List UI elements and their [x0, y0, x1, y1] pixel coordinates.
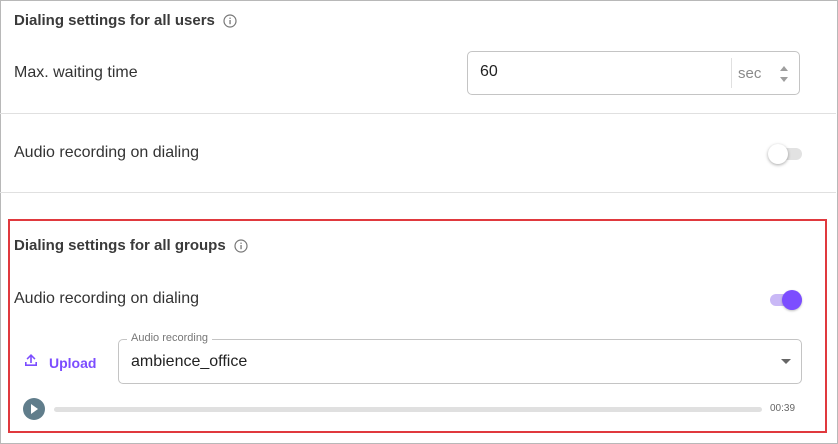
audio-recording-select-label: Audio recording	[127, 332, 213, 344]
progress-bar[interactable]	[54, 407, 762, 412]
max-waiting-time-field[interactable]: sec	[467, 51, 800, 95]
users-section-title: Dialing settings for all users	[14, 12, 237, 29]
divider	[0, 113, 836, 114]
chevron-down-icon[interactable]	[781, 359, 791, 364]
field-separator	[731, 58, 732, 88]
max-waiting-time-label: Max. waiting time	[14, 64, 138, 81]
duration-label: 00:39	[770, 403, 796, 414]
audio-recording-select-value: ambience_office	[131, 353, 248, 370]
groups-audio-recording-toggle[interactable]	[768, 289, 802, 310]
divider	[0, 192, 836, 193]
groups-audio-recording-label: Audio recording on dialing	[14, 290, 200, 307]
stepper-icon[interactable]	[778, 63, 790, 85]
groups-section-title: Dialing settings for all groups	[14, 237, 248, 254]
unit-label: sec	[738, 65, 762, 82]
upload-label: Upload	[49, 354, 97, 371]
users-audio-recording-toggle[interactable]	[768, 143, 802, 164]
users-audio-recording-label: Audio recording on dialing	[14, 144, 200, 161]
info-icon[interactable]	[234, 238, 248, 253]
audio-player: 00:39	[23, 398, 803, 420]
toggle-thumb	[782, 290, 802, 310]
max-waiting-time-input[interactable]	[480, 63, 710, 81]
audio-recording-select[interactable]: Audio recording ambience_office	[118, 332, 802, 384]
info-icon[interactable]	[223, 13, 237, 28]
upload-icon	[23, 352, 39, 373]
play-icon[interactable]	[23, 398, 45, 420]
upload-button[interactable]: Upload	[23, 352, 96, 373]
toggle-thumb	[768, 144, 788, 164]
